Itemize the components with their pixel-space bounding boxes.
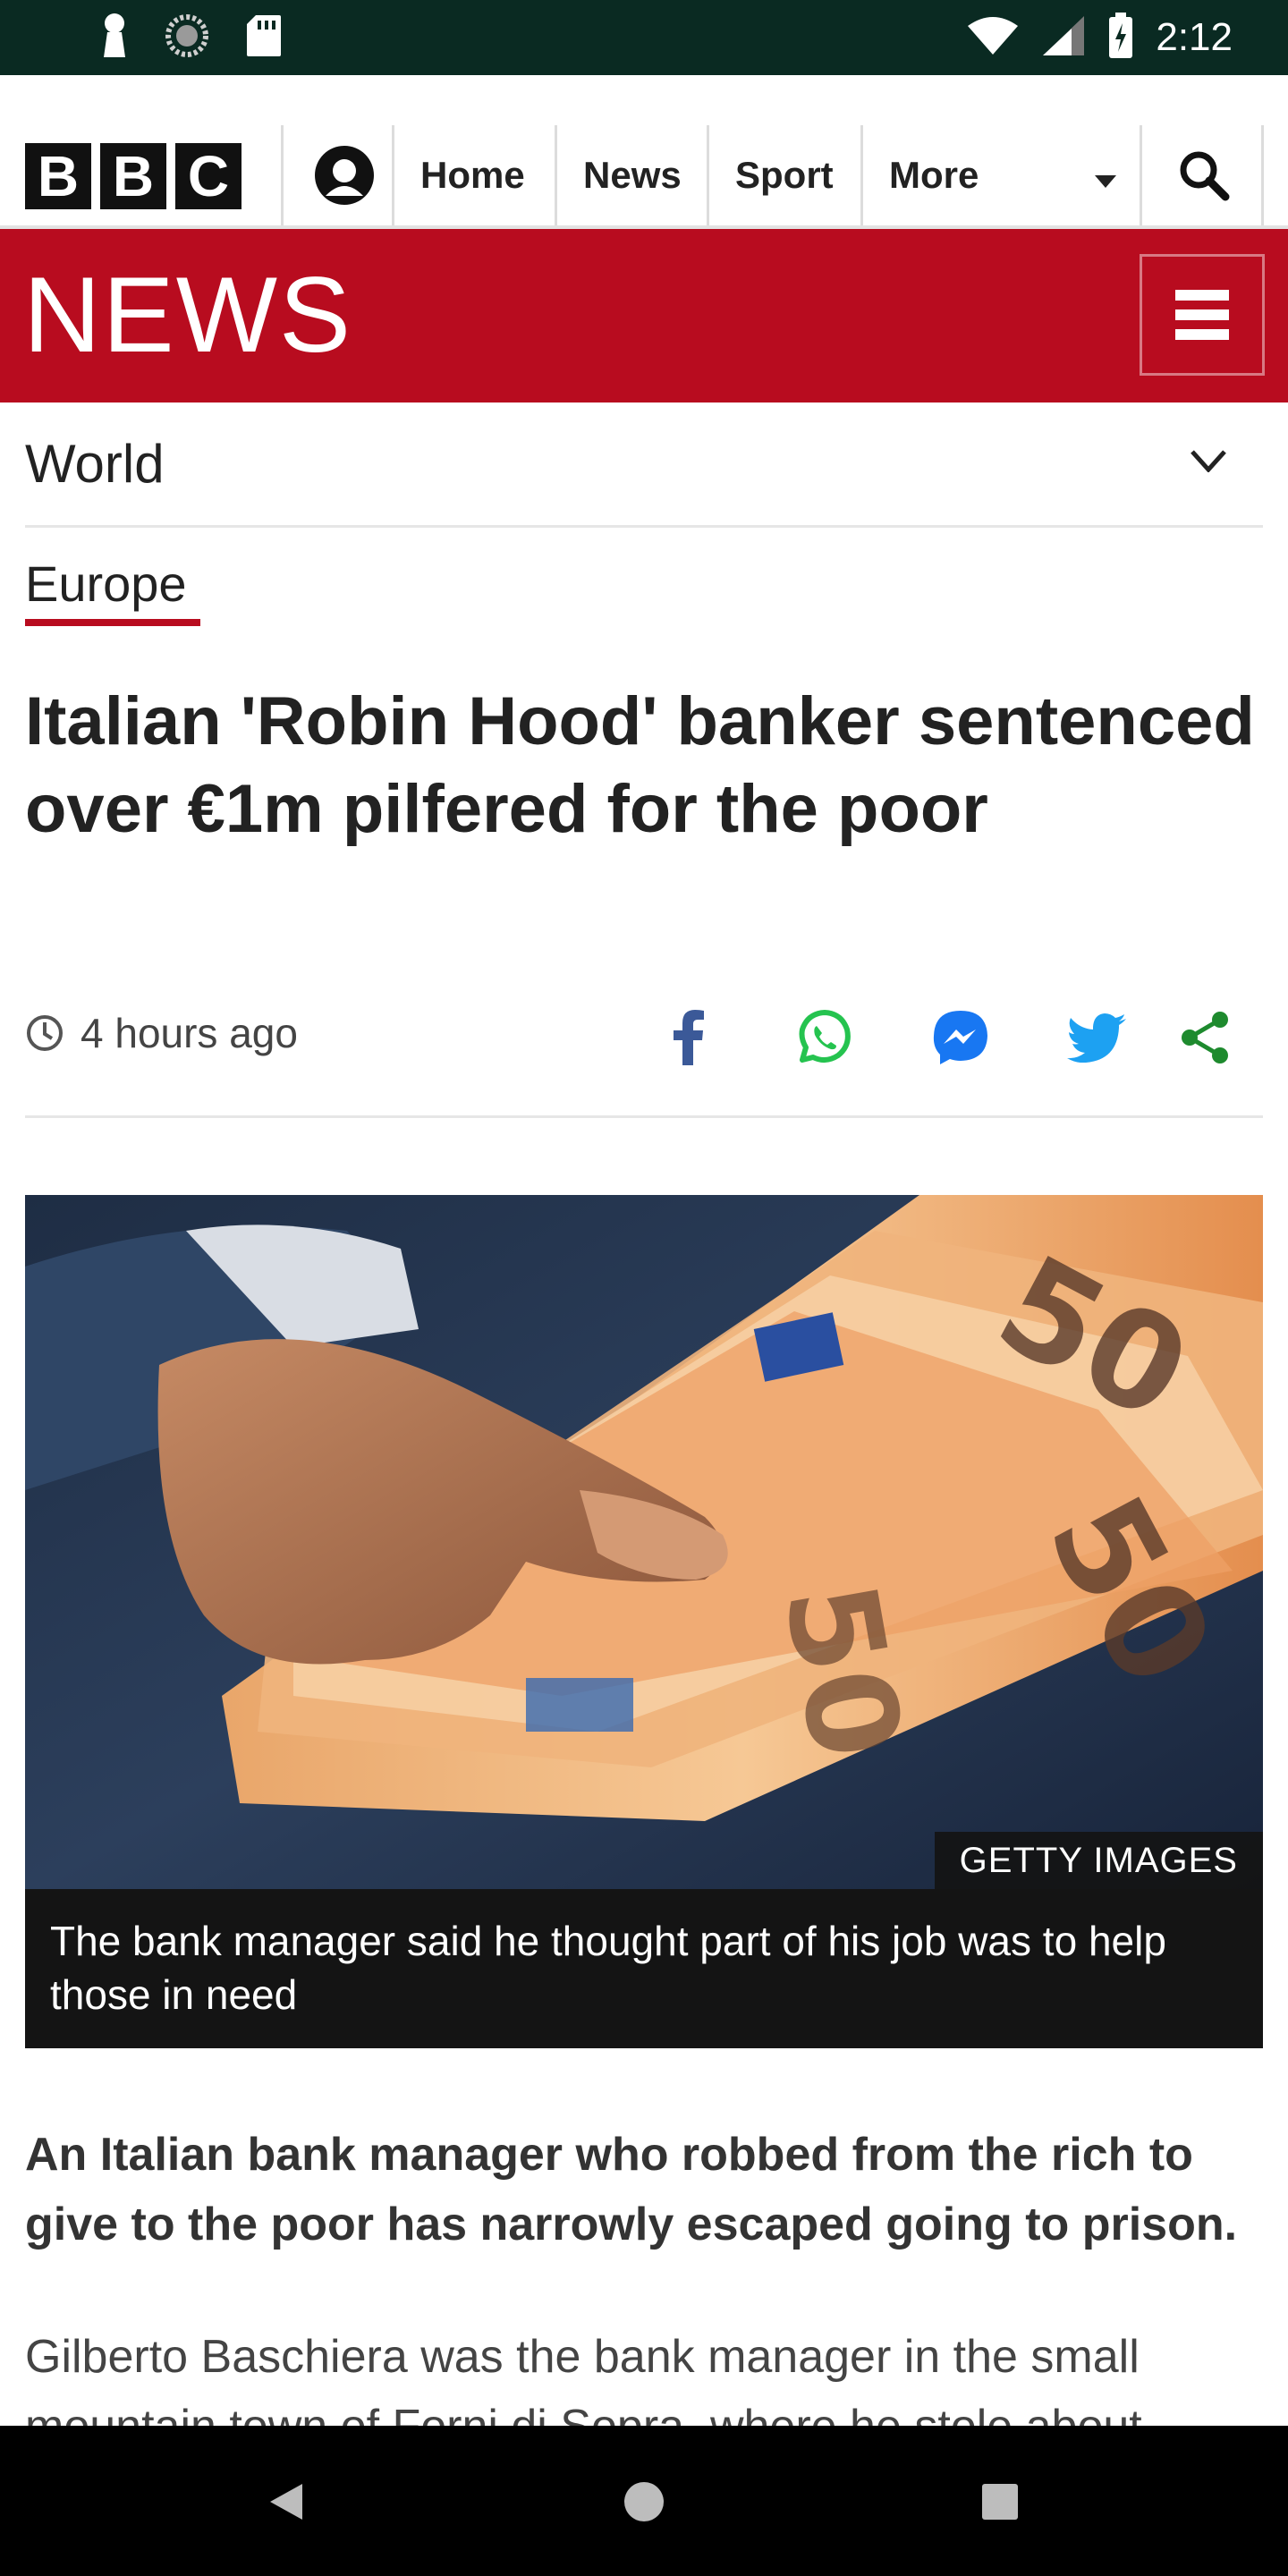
home-icon bbox=[624, 2482, 664, 2521]
nav-divider bbox=[392, 125, 394, 225]
news-banner: NEWS bbox=[0, 229, 1288, 402]
article-lead: An Italian bank manager who robbed from … bbox=[25, 2129, 1238, 2250]
nav-divider bbox=[860, 125, 863, 225]
battery-icon bbox=[1107, 12, 1134, 64]
menu-button[interactable] bbox=[1140, 254, 1265, 376]
nav-link-more[interactable]: More bbox=[889, 125, 979, 225]
notification-icon bbox=[100, 13, 129, 64]
sync-icon bbox=[165, 13, 209, 63]
share-more-button[interactable] bbox=[1165, 1002, 1245, 1073]
recents-button[interactable] bbox=[955, 2462, 1045, 2542]
timestamp-text: 4 hours ago bbox=[80, 1010, 298, 1056]
svg-text:50: 50 bbox=[755, 1572, 928, 1769]
bbc-logo-letter: C bbox=[175, 143, 242, 209]
nav-link-home[interactable]: Home bbox=[420, 125, 525, 225]
image-credit: GETTY IMAGES bbox=[934, 1832, 1263, 1889]
cell-signal-icon bbox=[1041, 14, 1086, 62]
account-button[interactable] bbox=[295, 125, 394, 225]
caret-down-icon[interactable] bbox=[1095, 175, 1116, 188]
article-meta: 4 hours ago bbox=[25, 993, 1263, 1118]
bbc-logo-letter: B bbox=[25, 143, 91, 209]
bbc-top-nav: B B C Home News Sport More bbox=[0, 75, 1288, 229]
sd-card-icon bbox=[245, 13, 283, 63]
world-dropdown[interactable]: World bbox=[25, 402, 1263, 528]
search-button[interactable] bbox=[1145, 125, 1263, 225]
back-button[interactable] bbox=[242, 2462, 331, 2542]
share-whatsapp-button[interactable] bbox=[757, 1002, 893, 1073]
article-figure: 50 50 50 GETTY IMAGES The bank manager s… bbox=[25, 1195, 1263, 2048]
recents-icon bbox=[982, 2484, 1018, 2520]
nav-link-news[interactable]: News bbox=[583, 125, 682, 225]
article-paragraph: Gilberto Baschiera was the bank manager … bbox=[25, 2331, 1142, 2426]
euro-banknotes-photo[interactable]: 50 50 50 bbox=[25, 1195, 1263, 1889]
search-icon bbox=[1180, 151, 1230, 201]
share-facebook-button[interactable] bbox=[621, 1002, 757, 1073]
account-icon bbox=[315, 146, 374, 205]
back-icon bbox=[270, 2484, 302, 2520]
news-logo[interactable]: NEWS bbox=[23, 261, 352, 369]
share-icon bbox=[1182, 1012, 1228, 1063]
nav-divider bbox=[555, 125, 557, 225]
nav-link-sport[interactable]: Sport bbox=[735, 125, 834, 225]
facebook-icon bbox=[674, 1010, 704, 1065]
nav-divider bbox=[707, 125, 709, 225]
whatsapp-icon bbox=[799, 1010, 851, 1063]
clock-icon bbox=[27, 1015, 63, 1051]
wifi-icon bbox=[966, 15, 1020, 61]
clock: 2:12 bbox=[1156, 15, 1233, 59]
twitter-icon bbox=[1067, 1013, 1126, 1063]
image-caption: The bank manager said he thought part of… bbox=[25, 1889, 1263, 2048]
messenger-icon bbox=[933, 1011, 987, 1064]
world-label: World bbox=[25, 434, 165, 494]
share-messenger-button[interactable] bbox=[893, 1002, 1029, 1073]
share-bar bbox=[621, 1002, 1245, 1073]
nav-divider bbox=[1140, 125, 1142, 225]
android-nav-bar bbox=[0, 2426, 1288, 2576]
section-underline bbox=[25, 619, 200, 626]
nav-divider bbox=[281, 125, 284, 225]
article-headline: Italian 'Robin Hood' banker sentenced ov… bbox=[25, 683, 1255, 847]
status-bar: 2:12 bbox=[0, 0, 1288, 75]
nav-divider bbox=[1261, 125, 1264, 225]
chevron-down-icon bbox=[1191, 450, 1226, 472]
timestamp: 4 hours ago bbox=[25, 1009, 298, 1057]
home-button[interactable] bbox=[599, 2462, 689, 2542]
bbc-logo[interactable]: B B C bbox=[25, 143, 242, 209]
share-twitter-button[interactable] bbox=[1029, 1002, 1165, 1073]
hamburger-icon bbox=[1175, 290, 1229, 340]
bbc-logo-letter: B bbox=[100, 143, 166, 209]
section-link-europe[interactable]: Europe bbox=[25, 555, 187, 613]
